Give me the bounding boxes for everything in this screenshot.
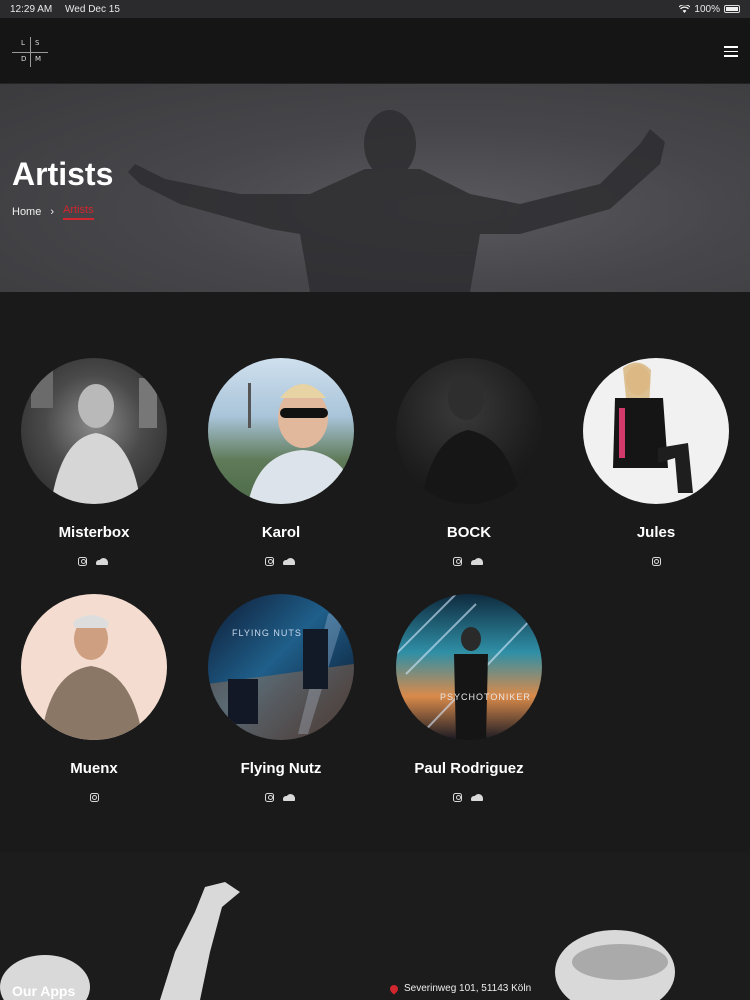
logo-letter-2: S [35,39,40,47]
page-title: Artists [12,156,114,192]
hero-banner: Artists Home › Artists [0,84,750,292]
artist-card[interactable]: Misterbox [0,358,188,567]
artist-socials [0,555,188,567]
battery-percent: 100% [694,3,720,15]
artist-socials [562,555,750,567]
logo-letter-4: M [35,55,42,63]
artist-photo[interactable] [208,358,354,504]
logo-letter-1: L [21,39,25,47]
artist-socials [187,791,375,803]
hamburger-menu-icon[interactable] [724,46,738,57]
artist-card[interactable]: Jules [562,358,750,567]
status-time: 12:29 AM [10,3,53,15]
instagram-icon[interactable] [453,556,462,566]
artist-name[interactable]: Jules [562,524,750,541]
artist-photo[interactable] [21,594,167,740]
soundcloud-icon[interactable] [283,557,297,565]
instagram-icon[interactable] [651,556,661,566]
artist-name[interactable]: Karol [187,524,375,541]
artist-card[interactable]: Karol [187,358,375,567]
battery-icon [724,5,740,13]
photo-caption: PSYCHOTONIKER [440,692,531,702]
artist-socials [187,555,375,567]
photo-caption: FLYING NUTS [232,628,302,638]
artist-card[interactable]: PSYCHOTONIKER Paul Rodriguez [375,594,563,803]
instagram-icon[interactable] [89,792,99,802]
artist-name[interactable]: BOCK [375,524,563,541]
status-bar: 12:29 AM Wed Dec 15 100% [0,0,750,18]
artist-photo[interactable] [396,358,542,504]
chevron-right-icon: › [50,206,55,218]
instagram-icon[interactable] [265,792,274,802]
logo-letter-3: D [21,55,27,63]
footer-crowd-image [0,882,675,1000]
soundcloud-icon[interactable] [96,557,110,565]
artist-name[interactable]: Muenx [0,760,188,777]
top-navbar: L S D M [0,18,750,84]
soundcloud-icon[interactable] [471,557,485,565]
artist-socials [375,555,563,567]
status-right: 100% [679,4,740,15]
breadcrumb-home[interactable]: Home [12,206,41,218]
artist-name[interactable]: Flying Nutz [187,760,375,777]
artists-grid: Misterbox Karol BOCK Jules Muenx FLYING … [0,292,750,852]
artist-photo[interactable]: FLYING NUTS [208,594,354,740]
our-apps-heading: Our Apps [12,983,76,999]
breadcrumb: Home › Artists [12,204,94,220]
status-left: 12:29 AM Wed Dec 15 [10,4,130,15]
wifi-icon [679,5,691,13]
status-date: Wed Dec 15 [65,3,120,15]
artist-name[interactable]: Misterbox [0,524,188,541]
artist-photo[interactable] [583,358,729,504]
artist-card[interactable]: Muenx [0,594,188,803]
address-text: Severinweg 101, 51143 Köln [404,983,532,994]
footer: Our Apps Severinweg 101, 51143 Köln [0,852,750,1000]
artist-photo[interactable]: PSYCHOTONIKER [396,594,542,740]
breadcrumb-current: Artists [63,204,94,220]
artist-card[interactable]: FLYING NUTS Flying Nutz [187,594,375,803]
footer-address: Severinweg 101, 51143 Köln [388,982,532,995]
site-logo[interactable]: L S D M [12,37,48,67]
artist-socials [0,791,188,803]
location-pin-icon [388,982,400,995]
instagram-icon[interactable] [78,556,87,566]
soundcloud-icon[interactable] [471,793,485,801]
instagram-icon[interactable] [265,556,274,566]
soundcloud-icon[interactable] [283,793,297,801]
instagram-icon[interactable] [453,792,462,802]
artist-name[interactable]: Paul Rodriguez [375,760,563,777]
artist-card[interactable]: BOCK [375,358,563,567]
artist-socials [375,791,563,803]
artist-photo[interactable] [21,358,167,504]
